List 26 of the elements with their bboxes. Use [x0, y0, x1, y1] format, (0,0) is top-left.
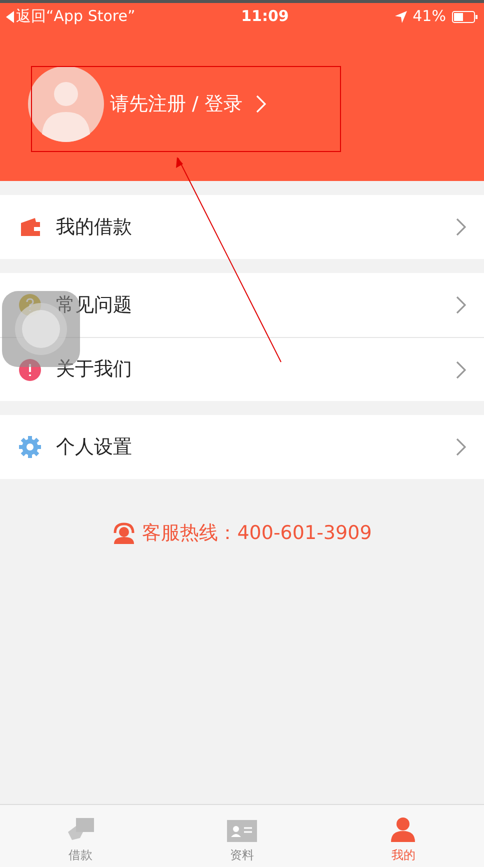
menu-item[interactable]: 个人设置	[0, 415, 484, 479]
chevron-right-icon	[456, 360, 466, 378]
wallet-icon	[19, 217, 41, 237]
settings-icon	[18, 435, 42, 459]
menu-item[interactable]: 我的借款	[0, 195, 484, 259]
avatar-icon	[28, 66, 104, 142]
chevron-right-icon	[456, 218, 466, 236]
headset-icon	[112, 522, 136, 544]
tab-item[interactable]: 借款	[0, 805, 162, 867]
exclamation-icon	[19, 358, 41, 380]
hotline-text: 客服热线：400-601-3909	[142, 521, 372, 546]
back-link[interactable]: 返回“App Store”	[6, 5, 136, 28]
id-card-icon	[226, 820, 257, 842]
chevron-right-icon	[256, 95, 266, 113]
person-icon	[390, 816, 416, 842]
location-arrow-icon	[394, 10, 407, 22]
tab-item[interactable]: 资料	[161, 805, 323, 867]
chevron-right-icon	[456, 438, 466, 456]
battery-percent: 41%	[412, 6, 446, 28]
back-arrow-icon	[6, 10, 14, 22]
tab-item[interactable]: 我的	[322, 805, 484, 867]
chevron-right-icon	[456, 296, 466, 314]
battery-icon	[452, 10, 478, 22]
login-button[interactable]: 请先注册 / 登录	[28, 66, 266, 142]
hand-card-icon	[66, 816, 96, 842]
status-time: 11:09	[241, 6, 289, 28]
